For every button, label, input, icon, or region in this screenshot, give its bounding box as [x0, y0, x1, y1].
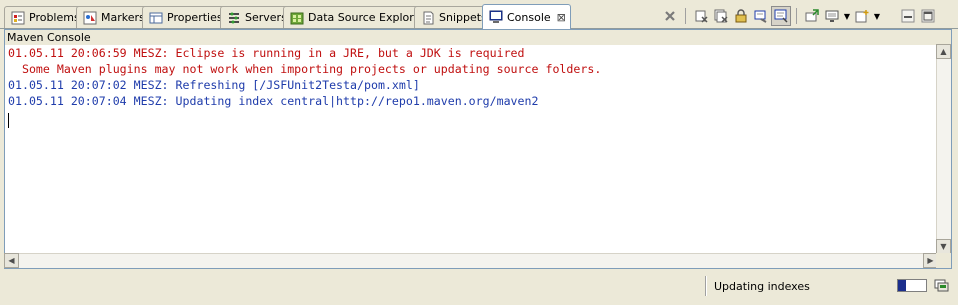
- arrow-right-icon: ▶: [927, 256, 934, 265]
- tab-snippets[interactable]: Snippets: [414, 6, 492, 28]
- tab-label: Console: [507, 10, 551, 24]
- clear-console-button[interactable]: [751, 6, 771, 26]
- servers-icon: [226, 10, 242, 26]
- tab-properties[interactable]: Properties: [142, 6, 228, 28]
- scroll-lock-icon: [735, 9, 747, 23]
- status-text: Updating indexes: [714, 280, 810, 293]
- minimize-icon: [901, 9, 915, 23]
- maximize-button[interactable]: [918, 6, 938, 26]
- scroll-up-button[interactable]: ▲: [936, 44, 951, 59]
- new-console-icon: [855, 10, 869, 23]
- console-line: 01.05.11 20:07:04 MESZ: Updating index c…: [8, 94, 539, 108]
- display-console-icon: [825, 10, 839, 22]
- new-console-dropdown[interactable]: ▼: [872, 6, 882, 26]
- progress-fill: [898, 280, 907, 291]
- clear-console-icon: [754, 10, 767, 23]
- remove-launch-button[interactable]: [691, 6, 711, 26]
- chevron-down-icon: ▼: [873, 11, 881, 21]
- text-caret: [8, 113, 9, 128]
- vertical-scrollbar[interactable]: ▲ ▼: [936, 44, 951, 254]
- terminate-button[interactable]: [660, 6, 680, 26]
- scroll-left-button[interactable]: ◀: [4, 253, 19, 268]
- status-divider: [705, 276, 707, 296]
- toolbar-separator: [685, 8, 686, 24]
- terminate-icon: [665, 11, 675, 21]
- tab-console[interactable]: Console ⊠: [482, 4, 571, 29]
- tab-label: Snippets: [439, 11, 487, 24]
- console-panel: Maven Console 01.05.11 20:06:59 MESZ: Ec…: [4, 29, 952, 269]
- new-console-button[interactable]: [852, 6, 872, 26]
- progress-bar[interactable]: [897, 279, 927, 292]
- maximize-icon: [921, 9, 935, 23]
- display-console-dropdown[interactable]: ▼: [842, 6, 852, 26]
- progress-view-icon[interactable]: [934, 279, 950, 292]
- view-tab-bar: Problems Markers Properties Servers Data…: [0, 0, 958, 29]
- snippets-icon: [420, 10, 436, 26]
- horizontal-scrollbar[interactable]: ◀ ▶: [4, 253, 938, 268]
- tab-label: Markers: [101, 11, 145, 24]
- panel-title: Maven Console: [5, 30, 951, 45]
- remove-all-icon: [714, 9, 728, 23]
- display-console-button[interactable]: [822, 6, 842, 26]
- console-toolbar: ▼ ▼: [660, 6, 938, 26]
- remove-all-terminated-button[interactable]: [711, 6, 731, 26]
- tab-markers[interactable]: Markers: [76, 6, 150, 28]
- problems-icon: [10, 10, 26, 26]
- console-line: Some Maven plugins may not work when imp…: [8, 62, 602, 76]
- console-icon: [488, 9, 504, 25]
- status-bar: Updating indexes: [0, 270, 958, 305]
- properties-icon: [148, 10, 164, 26]
- arrow-up-icon: ▲: [940, 47, 947, 56]
- close-tab-icon[interactable]: ⊠: [557, 11, 566, 24]
- tab-label: Properties: [167, 11, 223, 24]
- scrollbar-corner: [936, 253, 951, 268]
- console-output[interactable]: 01.05.11 20:06:59 MESZ: Eclipse is runni…: [5, 45, 937, 253]
- chevron-down-icon: ▼: [843, 11, 851, 21]
- data-source-explorer-icon: [289, 10, 305, 26]
- scroll-down-button[interactable]: ▼: [936, 239, 951, 254]
- tab-data-source-explorer[interactable]: Data Source Explorer: [283, 6, 430, 28]
- tab-label: Problems: [29, 11, 80, 24]
- arrow-down-icon: ▼: [940, 242, 947, 251]
- scroll-lock-button[interactable]: [731, 6, 751, 26]
- arrow-left-icon: ◀: [8, 256, 15, 265]
- minimize-button[interactable]: [898, 6, 918, 26]
- open-console-icon: [805, 9, 819, 22]
- open-console-button[interactable]: [802, 6, 822, 26]
- markers-icon: [82, 10, 98, 26]
- tab-servers[interactable]: Servers: [220, 6, 292, 28]
- pin-console-button[interactable]: [771, 6, 791, 26]
- pin-console-icon: [774, 9, 788, 23]
- console-line: 01.05.11 20:06:59 MESZ: Eclipse is runni…: [8, 46, 525, 60]
- tab-problems[interactable]: Problems: [4, 6, 85, 28]
- tab-label: Data Source Explorer: [308, 11, 425, 24]
- toolbar-separator: [796, 8, 797, 24]
- tab-label: Servers: [245, 11, 287, 24]
- remove-launch-icon: [695, 10, 708, 23]
- console-line: 01.05.11 20:07:02 MESZ: Refreshing [/JSF…: [8, 78, 420, 92]
